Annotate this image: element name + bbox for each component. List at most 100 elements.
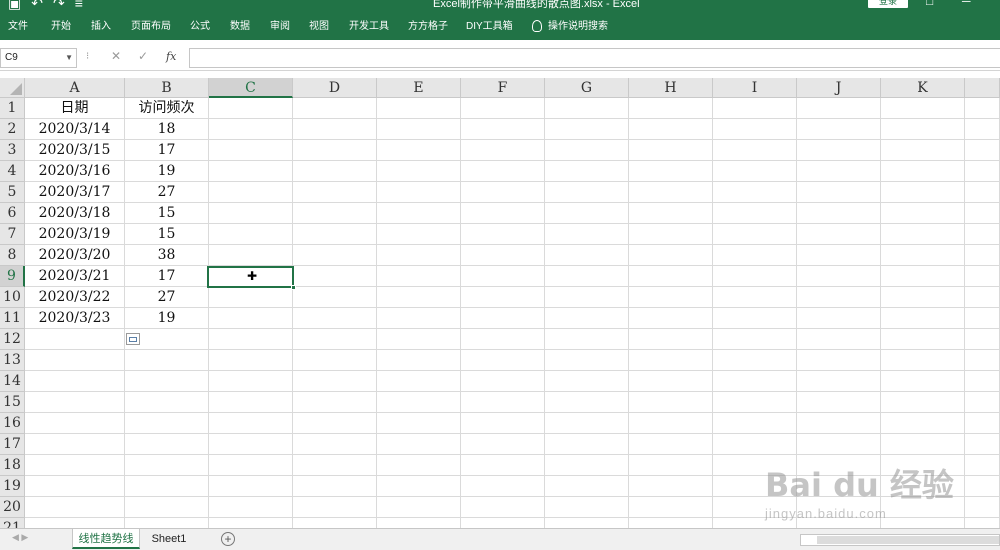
row-header-1[interactable]: 1 [0, 98, 25, 119]
cell-e14[interactable] [377, 371, 461, 392]
cell-b13[interactable] [125, 350, 209, 371]
cell-h17[interactable] [629, 434, 713, 455]
cell-g7[interactable] [545, 224, 629, 245]
cell-j2[interactable] [797, 119, 881, 140]
cell-l18[interactable] [965, 455, 1000, 476]
row-header-16[interactable]: 16 [0, 413, 25, 434]
cell-g13[interactable] [545, 350, 629, 371]
column-header-d[interactable]: D [293, 78, 377, 98]
cell-g17[interactable] [545, 434, 629, 455]
cell-a3[interactable]: 2020/3/15 [25, 140, 125, 161]
cell-i10[interactable] [713, 287, 797, 308]
cell-e1[interactable] [377, 98, 461, 119]
cancel-icon[interactable]: ✕ [111, 49, 121, 63]
cell-j9[interactable] [797, 266, 881, 287]
cell-f1[interactable] [461, 98, 545, 119]
cell-j3[interactable] [797, 140, 881, 161]
cell-g16[interactable] [545, 413, 629, 434]
cell-b14[interactable] [125, 371, 209, 392]
cell-l1[interactable] [965, 98, 1000, 119]
cell-i2[interactable] [713, 119, 797, 140]
cell-h14[interactable] [629, 371, 713, 392]
restore-ribbon-icon[interactable]: □ [926, 0, 933, 8]
cell-h5[interactable] [629, 182, 713, 203]
cell-i14[interactable] [713, 371, 797, 392]
cell-e3[interactable] [377, 140, 461, 161]
cell-g10[interactable] [545, 287, 629, 308]
cell-j1[interactable] [797, 98, 881, 119]
cell-c14[interactable] [209, 371, 293, 392]
cell-e17[interactable] [377, 434, 461, 455]
paste-options-icon[interactable] [126, 333, 140, 345]
sheet-tab-linear-trendline[interactable]: 线性趋势线 [72, 529, 140, 549]
cell-a12[interactable] [25, 329, 125, 350]
cell-e2[interactable] [377, 119, 461, 140]
cell-f8[interactable] [461, 245, 545, 266]
cell-c19[interactable] [209, 476, 293, 497]
row-header-12[interactable]: 12 [0, 329, 25, 350]
cell-h10[interactable] [629, 287, 713, 308]
cell-a1[interactable]: 日期 [25, 98, 125, 119]
cell-h13[interactable] [629, 350, 713, 371]
tab-page-layout[interactable]: 页面布局 [131, 17, 171, 37]
cell-h9[interactable] [629, 266, 713, 287]
cell-a10[interactable]: 2020/3/22 [25, 287, 125, 308]
cell-e13[interactable] [377, 350, 461, 371]
row-header-14[interactable]: 14 [0, 371, 25, 392]
cell-a17[interactable] [25, 434, 125, 455]
cell-l8[interactable] [965, 245, 1000, 266]
cell-d17[interactable] [293, 434, 377, 455]
tab-diy-toolbox[interactable]: DIY工具箱 [466, 17, 513, 37]
cell-c18[interactable] [209, 455, 293, 476]
cell-h18[interactable] [629, 455, 713, 476]
cell-f12[interactable] [461, 329, 545, 350]
cell-f13[interactable] [461, 350, 545, 371]
cell-b19[interactable] [125, 476, 209, 497]
cell-b3[interactable]: 17 [125, 140, 209, 161]
row-header-11[interactable]: 11 [0, 308, 25, 329]
cell-g18[interactable] [545, 455, 629, 476]
cell-e12[interactable] [377, 329, 461, 350]
cell-g12[interactable] [545, 329, 629, 350]
cell-d4[interactable] [293, 161, 377, 182]
cell-l2[interactable] [965, 119, 1000, 140]
cell-l20[interactable] [965, 497, 1000, 518]
cell-e9[interactable] [377, 266, 461, 287]
cell-a13[interactable] [25, 350, 125, 371]
cell-f5[interactable] [461, 182, 545, 203]
cell-i15[interactable] [713, 392, 797, 413]
cell-b10[interactable]: 27 [125, 287, 209, 308]
cell-i3[interactable] [713, 140, 797, 161]
cell-f4[interactable] [461, 161, 545, 182]
cell-h6[interactable] [629, 203, 713, 224]
cell-e5[interactable] [377, 182, 461, 203]
tell-me-search[interactable]: 操作说明搜索 [532, 17, 608, 37]
cell-g20[interactable] [545, 497, 629, 518]
tab-file[interactable]: 文件 [8, 17, 28, 37]
tab-insert[interactable]: 插入 [91, 17, 111, 37]
cell-l5[interactable] [965, 182, 1000, 203]
cell-b1[interactable]: 访问频次 [125, 98, 209, 119]
row-header-7[interactable]: 7 [0, 224, 25, 245]
cell-e19[interactable] [377, 476, 461, 497]
cell-i7[interactable] [713, 224, 797, 245]
cell-a4[interactable]: 2020/3/16 [25, 161, 125, 182]
cell-d8[interactable] [293, 245, 377, 266]
cell-g6[interactable] [545, 203, 629, 224]
cell-b9[interactable]: 17 [125, 266, 209, 287]
cell-a15[interactable] [25, 392, 125, 413]
row-header-15[interactable]: 15 [0, 392, 25, 413]
cell-j4[interactable] [797, 161, 881, 182]
row-header-9[interactable]: 9 [0, 266, 25, 287]
cell-e7[interactable] [377, 224, 461, 245]
cell-k17[interactable] [881, 434, 965, 455]
cell-b17[interactable] [125, 434, 209, 455]
cell-f19[interactable] [461, 476, 545, 497]
login-button[interactable]: 登录 [868, 0, 908, 8]
tab-formulas[interactable]: 公式 [190, 17, 210, 37]
sheet-nav-arrows-icon[interactable]: ◀ ▶ [12, 532, 28, 543]
cell-d16[interactable] [293, 413, 377, 434]
cell-f3[interactable] [461, 140, 545, 161]
cell-e11[interactable] [377, 308, 461, 329]
tab-developer[interactable]: 开发工具 [349, 17, 389, 37]
